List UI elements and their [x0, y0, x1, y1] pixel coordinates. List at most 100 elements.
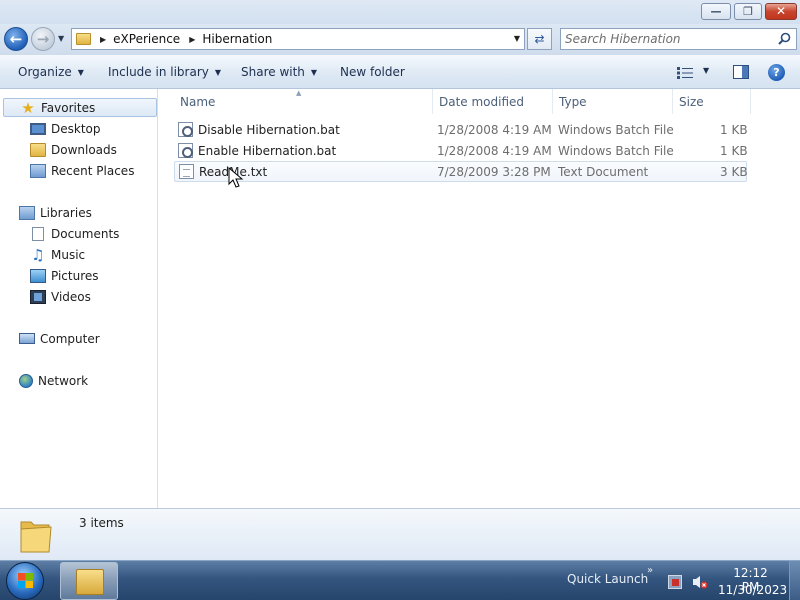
nav-item-downloads[interactable]: Downloads	[30, 140, 117, 159]
nav-label: Videos	[51, 289, 91, 304]
column-header-name[interactable]: Name	[174, 89, 433, 114]
nav-label: Desktop	[51, 121, 101, 136]
file-size: 1 KB	[720, 122, 748, 137]
computer-icon	[19, 333, 35, 344]
file-type: Text Document	[558, 164, 649, 179]
back-button[interactable]: ←	[4, 27, 28, 51]
explorer-folder-icon	[76, 569, 104, 595]
new-folder-button[interactable]: New folder	[340, 55, 405, 89]
back-arrow-icon: ←	[9, 29, 23, 48]
recent-pages-dropdown[interactable]: ▼	[58, 34, 64, 43]
nav-label: Recent Places	[51, 163, 135, 178]
network-tray-icon[interactable]	[668, 575, 682, 589]
nav-item-pictures[interactable]: Pictures	[30, 266, 99, 285]
maximize-icon: ❐	[743, 5, 753, 18]
nav-item-recent-places[interactable]: Recent Places	[30, 161, 134, 180]
forward-button[interactable]: →	[31, 27, 55, 51]
share-with-menu[interactable]: Share with ▼	[241, 55, 317, 89]
file-name: Disable Hibernation.bat	[198, 122, 340, 137]
views-dropdown[interactable]: ▼	[703, 66, 709, 75]
file-name-cell: Enable Hibernation.bat	[178, 140, 336, 161]
column-header-date-modified[interactable]: Date modified	[433, 89, 553, 114]
item-count: 3 items	[79, 516, 124, 530]
file-name-cell: ReadMe.txt	[179, 161, 267, 182]
clock-date[interactable]: 11/30/2023	[718, 583, 787, 597]
pictures-icon	[30, 268, 46, 283]
search-box[interactable]	[560, 28, 797, 50]
music-icon: ♫	[31, 245, 45, 264]
desktop-icon	[30, 122, 46, 135]
search-input[interactable]	[565, 31, 770, 47]
start-button[interactable]	[6, 562, 44, 600]
refresh-button[interactable]: ⇄	[527, 28, 552, 50]
file-name-cell: Disable Hibernation.bat	[178, 119, 340, 140]
breadcrumb-separator[interactable]: ▶	[189, 35, 195, 44]
chevron-down-icon: ▼	[77, 67, 84, 77]
column-header-type[interactable]: Type	[553, 89, 673, 114]
views-icon[interactable]	[677, 67, 693, 79]
file-type: Windows Batch File	[558, 122, 674, 137]
nav-item-network[interactable]: Network	[19, 371, 88, 390]
details-pane: 3 items	[0, 508, 800, 560]
show-desktop-button[interactable]	[789, 561, 800, 600]
title-bar: — ❐ ✕	[0, 0, 800, 24]
taskbar-explorer-button[interactable]	[60, 562, 118, 600]
file-date: 1/28/2008 4:19 AM	[437, 122, 552, 137]
file-name: Enable Hibernation.bat	[198, 143, 337, 158]
file-date: 7/28/2009 3:28 PM	[437, 164, 551, 179]
documents-icon	[32, 226, 44, 241]
file-size: 3 KB	[720, 164, 748, 179]
address-bar[interactable]: ▶ eXPerience ▶ Hibernation ▼	[71, 28, 525, 50]
minimize-icon: —	[710, 5, 722, 18]
file-row[interactable]: ReadMe.txt 7/28/2009 3:28 PM Text Docume…	[174, 161, 748, 182]
mouse-cursor-icon	[228, 167, 244, 188]
nav-item-music[interactable]: ♫ Music	[30, 245, 85, 264]
folder-icon	[20, 521, 52, 553]
column-header-size[interactable]: Size	[673, 89, 751, 114]
nav-label: Pictures	[51, 268, 99, 283]
file-row[interactable]: Disable Hibernation.bat 1/28/2008 4:19 A…	[174, 119, 748, 140]
breadcrumb-experience[interactable]: eXPerience	[113, 32, 180, 46]
search-icon[interactable]	[778, 32, 791, 45]
nav-item-videos[interactable]: Videos	[30, 287, 91, 306]
nav-label: Network	[38, 373, 89, 388]
videos-icon	[30, 289, 46, 304]
help-icon[interactable]: ?	[768, 64, 785, 81]
include-in-library-label: Include in library	[108, 65, 209, 79]
file-list: ▲ Name Date modified Type Size Disable H…	[159, 89, 800, 508]
minimize-button[interactable]: —	[701, 3, 731, 20]
command-bar: Organize ▼ Include in library ▼ Share with…	[0, 55, 800, 89]
nav-label: Documents	[51, 226, 120, 241]
include-in-library-menu[interactable]: Include in library ▼	[108, 55, 221, 89]
navigation-pane: ★ Favorites Desktop Downloads Recent Plac…	[0, 89, 158, 508]
breadcrumb-hibernation[interactable]: Hibernation	[202, 32, 272, 46]
nav-item-computer[interactable]: Computer	[19, 329, 100, 348]
star-icon: ★	[21, 98, 35, 117]
batch-file-icon	[178, 122, 193, 137]
nav-item-libraries[interactable]: Libraries	[19, 203, 92, 222]
file-row[interactable]: Enable Hibernation.bat 1/28/2008 4:19 AM…	[174, 140, 748, 161]
quick-launch-chevron-icon[interactable]: »	[647, 565, 653, 576]
recent-places-icon	[30, 163, 46, 178]
forward-arrow-icon: →	[36, 29, 50, 48]
preview-pane-icon[interactable]	[733, 65, 749, 79]
nav-label: Computer	[40, 331, 100, 346]
nav-label: Libraries	[40, 205, 92, 220]
organize-label: Organize	[18, 65, 72, 79]
nav-item-favorites[interactable]: ★ Favorites	[3, 98, 157, 117]
close-button[interactable]: ✕	[765, 3, 797, 20]
downloads-folder-icon	[30, 142, 46, 157]
text-file-icon	[179, 164, 194, 179]
nav-item-desktop[interactable]: Desktop	[30, 119, 101, 138]
network-icon	[19, 373, 33, 388]
address-history-dropdown[interactable]: ▼	[514, 34, 520, 43]
volume-muted-icon[interactable]	[692, 574, 708, 590]
organize-menu[interactable]: Organize ▼	[18, 55, 84, 89]
nav-item-documents[interactable]: Documents	[30, 224, 119, 243]
batch-file-icon	[178, 143, 193, 158]
breadcrumb-separator[interactable]: ▶	[100, 35, 106, 44]
nav-label: Music	[51, 247, 86, 262]
file-date: 1/28/2008 4:19 AM	[437, 143, 552, 158]
quick-launch-toolbar[interactable]: Quick Launch	[567, 572, 648, 586]
maximize-button[interactable]: ❐	[734, 3, 762, 20]
